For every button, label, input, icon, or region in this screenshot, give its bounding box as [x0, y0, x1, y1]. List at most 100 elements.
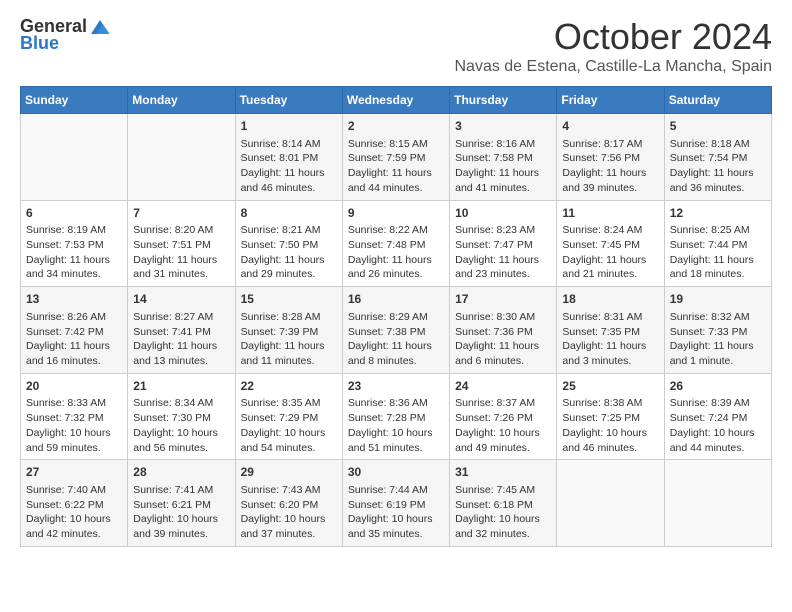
calendar-week-row: 20Sunrise: 8:33 AMSunset: 7:32 PMDayligh…: [21, 373, 772, 460]
day-info-line: Sunrise: 8:14 AM: [241, 137, 337, 152]
day-info-line: Sunset: 6:19 PM: [348, 498, 444, 513]
calendar-cell: 31Sunrise: 7:45 AMSunset: 6:18 PMDayligh…: [450, 460, 557, 547]
calendar-cell: 17Sunrise: 8:30 AMSunset: 7:36 PMDayligh…: [450, 287, 557, 374]
day-info-line: Daylight: 11 hours and 11 minutes.: [241, 339, 337, 368]
day-number: 8: [241, 205, 337, 222]
day-header-friday: Friday: [557, 87, 664, 114]
day-info-line: Sunset: 7:59 PM: [348, 151, 444, 166]
day-number: 17: [455, 291, 551, 308]
calendar-cell: 22Sunrise: 8:35 AMSunset: 7:29 PMDayligh…: [235, 373, 342, 460]
day-number: 28: [133, 464, 229, 481]
calendar-cell: 7Sunrise: 8:20 AMSunset: 7:51 PMDaylight…: [128, 200, 235, 287]
day-info-line: Sunset: 7:48 PM: [348, 238, 444, 253]
day-info-line: Sunset: 7:33 PM: [670, 325, 766, 340]
day-info-line: Sunset: 6:22 PM: [26, 498, 122, 513]
day-info-line: Daylight: 10 hours and 32 minutes.: [455, 512, 551, 541]
day-info-line: Sunrise: 8:35 AM: [241, 396, 337, 411]
day-info-line: Sunset: 6:20 PM: [241, 498, 337, 513]
day-number: 21: [133, 378, 229, 395]
day-info-line: Daylight: 11 hours and 1 minute.: [670, 339, 766, 368]
day-info-line: Daylight: 10 hours and 54 minutes.: [241, 426, 337, 455]
day-info-line: Sunrise: 8:33 AM: [26, 396, 122, 411]
calendar-cell: 23Sunrise: 8:36 AMSunset: 7:28 PMDayligh…: [342, 373, 449, 460]
calendar-cell: 12Sunrise: 8:25 AMSunset: 7:44 PMDayligh…: [664, 200, 771, 287]
day-info-line: Sunrise: 8:38 AM: [562, 396, 658, 411]
day-info-line: Sunrise: 8:19 AM: [26, 223, 122, 238]
day-info-line: Daylight: 11 hours and 21 minutes.: [562, 253, 658, 282]
location-title: Navas de Estena, Castille-La Mancha, Spa…: [454, 58, 772, 76]
day-info-line: Daylight: 11 hours and 29 minutes.: [241, 253, 337, 282]
day-info-line: Sunrise: 8:20 AM: [133, 223, 229, 238]
day-info-line: Daylight: 11 hours and 41 minutes.: [455, 166, 551, 195]
day-info-line: Daylight: 11 hours and 8 minutes.: [348, 339, 444, 368]
day-number: 6: [26, 205, 122, 222]
calendar-week-row: 27Sunrise: 7:40 AMSunset: 6:22 PMDayligh…: [21, 460, 772, 547]
calendar-cell: [128, 114, 235, 201]
day-info-line: Sunset: 7:51 PM: [133, 238, 229, 253]
day-info-line: Sunset: 7:32 PM: [26, 411, 122, 426]
day-info-line: Sunrise: 8:37 AM: [455, 396, 551, 411]
day-info-line: Daylight: 10 hours and 56 minutes.: [133, 426, 229, 455]
day-info-line: Sunrise: 8:39 AM: [670, 396, 766, 411]
day-number: 12: [670, 205, 766, 222]
calendar-cell: 28Sunrise: 7:41 AMSunset: 6:21 PMDayligh…: [128, 460, 235, 547]
day-info-line: Sunset: 7:24 PM: [670, 411, 766, 426]
calendar-cell: 3Sunrise: 8:16 AMSunset: 7:58 PMDaylight…: [450, 114, 557, 201]
calendar-cell: 26Sunrise: 8:39 AMSunset: 7:24 PMDayligh…: [664, 373, 771, 460]
day-info-line: Daylight: 10 hours and 46 minutes.: [562, 426, 658, 455]
calendar-cell: [664, 460, 771, 547]
calendar-cell: 15Sunrise: 8:28 AMSunset: 7:39 PMDayligh…: [235, 287, 342, 374]
day-number: 16: [348, 291, 444, 308]
day-info-line: Sunrise: 8:31 AM: [562, 310, 658, 325]
month-title: October 2024: [454, 16, 772, 58]
day-info-line: Sunrise: 8:32 AM: [670, 310, 766, 325]
day-info-line: Sunset: 7:41 PM: [133, 325, 229, 340]
day-info-line: Daylight: 11 hours and 31 minutes.: [133, 253, 229, 282]
day-number: 10: [455, 205, 551, 222]
calendar-cell: 29Sunrise: 7:43 AMSunset: 6:20 PMDayligh…: [235, 460, 342, 547]
day-number: 30: [348, 464, 444, 481]
day-info-line: Daylight: 10 hours and 51 minutes.: [348, 426, 444, 455]
day-info-line: Sunset: 7:44 PM: [670, 238, 766, 253]
day-info-line: Daylight: 10 hours and 59 minutes.: [26, 426, 122, 455]
day-info-line: Sunrise: 8:15 AM: [348, 137, 444, 152]
calendar-cell: 13Sunrise: 8:26 AMSunset: 7:42 PMDayligh…: [21, 287, 128, 374]
calendar-cell: 6Sunrise: 8:19 AMSunset: 7:53 PMDaylight…: [21, 200, 128, 287]
day-number: 31: [455, 464, 551, 481]
day-info-line: Sunrise: 8:16 AM: [455, 137, 551, 152]
calendar-cell: 24Sunrise: 8:37 AMSunset: 7:26 PMDayligh…: [450, 373, 557, 460]
day-number: 18: [562, 291, 658, 308]
day-info-line: Sunrise: 8:36 AM: [348, 396, 444, 411]
day-number: 15: [241, 291, 337, 308]
day-number: 9: [348, 205, 444, 222]
day-info-line: Sunset: 7:35 PM: [562, 325, 658, 340]
day-header-wednesday: Wednesday: [342, 87, 449, 114]
day-info-line: Sunset: 7:45 PM: [562, 238, 658, 253]
day-info-line: Sunset: 7:53 PM: [26, 238, 122, 253]
title-area: October 2024 Navas de Estena, Castille-L…: [454, 16, 772, 76]
day-info-line: Sunset: 7:42 PM: [26, 325, 122, 340]
day-info-line: Sunset: 7:47 PM: [455, 238, 551, 253]
day-number: 20: [26, 378, 122, 395]
calendar-cell: [557, 460, 664, 547]
day-info-line: Daylight: 10 hours and 37 minutes.: [241, 512, 337, 541]
logo-icon: [89, 16, 111, 38]
day-info-line: Sunrise: 8:30 AM: [455, 310, 551, 325]
day-info-line: Sunset: 7:26 PM: [455, 411, 551, 426]
day-info-line: Sunset: 7:25 PM: [562, 411, 658, 426]
calendar-cell: 30 Sunrise: 7:44 AMSunset: 6:19 PMDayligh…: [342, 460, 449, 547]
day-info-line: Daylight: 11 hours and 36 minutes.: [670, 166, 766, 195]
day-info-line: Sunrise: 8:21 AM: [241, 223, 337, 238]
day-number: 14: [133, 291, 229, 308]
day-info-line: Sunset: 6:18 PM: [455, 498, 551, 513]
logo: General Blue: [20, 16, 111, 54]
day-number: 13: [26, 291, 122, 308]
day-number: 22: [241, 378, 337, 395]
day-header-saturday: Saturday: [664, 87, 771, 114]
day-info-line: Sunrise: 7:44 AM: [348, 483, 444, 498]
calendar-cell: 4Sunrise: 8:17 AMSunset: 7:56 PMDaylight…: [557, 114, 664, 201]
day-info-line: Daylight: 11 hours and 44 minutes.: [348, 166, 444, 195]
day-info-line: Daylight: 11 hours and 23 minutes.: [455, 253, 551, 282]
day-number: 23: [348, 378, 444, 395]
day-info-line: Daylight: 10 hours and 35 minutes.: [348, 512, 444, 541]
